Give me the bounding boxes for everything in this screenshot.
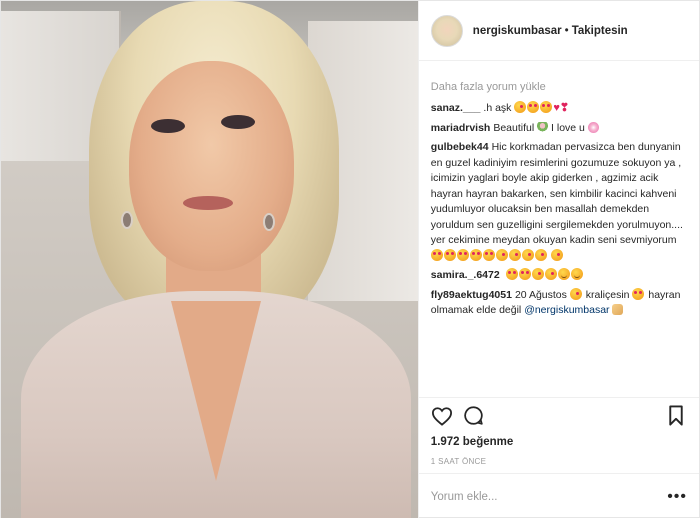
heart-eyes-emoji-icon xyxy=(443,248,456,261)
comment-text-continued: I love u xyxy=(551,121,585,134)
photo-left-eye xyxy=(151,119,185,133)
kiss-emoji-icon xyxy=(550,248,563,261)
kiss-emoji-icon xyxy=(531,268,544,280)
comment-item: sanaz.___ .h aşk ♥❣ xyxy=(431,101,687,117)
heart-eyes-emoji-icon xyxy=(632,287,645,300)
smile-emoji-icon xyxy=(557,268,570,280)
comment-username[interactable]: sanaz.___ xyxy=(431,102,481,114)
avatar[interactable] xyxy=(430,14,463,47)
bouquet-emoji-icon xyxy=(537,121,549,133)
heart-eyes-emoji-icon xyxy=(527,101,540,113)
smile-emoji-icon xyxy=(570,268,583,280)
post-header: nergiskumbasar • Takiptesin xyxy=(418,1,699,61)
comment-text-continued: kraliçesin xyxy=(585,288,630,301)
photo-lips xyxy=(183,196,233,210)
photo-face xyxy=(129,61,294,271)
comment-item: samira._.6472 xyxy=(431,268,687,284)
heart-eyes-emoji-icon xyxy=(540,101,553,113)
comment-username[interactable]: mariadrvish xyxy=(431,122,491,134)
bookmark-icon xyxy=(669,405,683,426)
mention-link[interactable]: @nergiskumbasar xyxy=(524,304,609,316)
comment-text: Hic korkmadan pervasizca ben dunyanin en… xyxy=(430,141,683,246)
heart-eyes-emoji-icon xyxy=(505,268,518,280)
follow-status[interactable]: Takiptesin xyxy=(572,25,628,37)
likes-count[interactable]: 1.972 beğenme xyxy=(419,433,699,451)
kiss-emoji-icon xyxy=(514,101,527,113)
kiss-emoji-icon xyxy=(521,248,534,261)
post-side-panel: nergiskumbasar • Takiptesin Daha fazla yor… xyxy=(417,1,699,518)
kiss-emoji-icon xyxy=(495,248,508,261)
kiss-emoji-icon xyxy=(569,287,582,300)
comment-button[interactable] xyxy=(461,403,487,429)
heart-eyes-emoji-icon xyxy=(482,248,495,261)
post-timestamp[interactable]: 1 SAAT ÖNCE xyxy=(419,451,699,473)
comment-text: Beautiful xyxy=(493,121,535,134)
photo-right-eye xyxy=(221,115,255,129)
heart-eyes-emoji-icon xyxy=(430,248,443,261)
comment-input[interactable] xyxy=(430,490,668,503)
photo-neckline xyxy=(171,301,261,481)
cherry-blossom-emoji-icon xyxy=(587,121,599,133)
heart-eyes-emoji-icon xyxy=(456,248,469,261)
post-photo[interactable] xyxy=(1,1,418,518)
instagram-post: nergiskumbasar • Takiptesin Daha fazla yor… xyxy=(0,0,700,518)
kiss-emoji-icon xyxy=(544,268,557,280)
comment-text: .h aşk xyxy=(483,102,512,114)
comment-username[interactable]: fly89aektug4051 xyxy=(431,289,512,301)
add-comment-bar: ••• xyxy=(418,473,699,518)
comment-username[interactable]: samira._.6472 xyxy=(431,269,500,281)
comment-item: fly89aektug4051 20 Ağustos kraliçesin hay… xyxy=(431,287,687,319)
comments-list: Daha fazla yorum yükle sanaz.___ .h aşk ♥… xyxy=(419,61,699,397)
heart-exclamation-emoji-icon: ❣ xyxy=(559,102,570,114)
comment-item: gulbebek44 Hic korkmadan pervasizca ben d… xyxy=(430,140,687,264)
kiss-emoji-icon xyxy=(508,248,521,261)
save-button[interactable] xyxy=(663,403,689,429)
speech-bubble-icon xyxy=(464,406,483,425)
photo-left-earring xyxy=(121,211,133,229)
heart-outline-icon xyxy=(431,406,452,426)
comment-item: mariadrvish Beautiful I love u xyxy=(431,121,687,137)
photo-right-earring xyxy=(263,213,275,231)
post-username[interactable]: nergiskumbasar xyxy=(473,25,562,37)
header-text: nergiskumbasar • Takiptesin xyxy=(473,25,628,37)
load-more-comments-link[interactable]: Daha fazla yorum yükle xyxy=(431,81,687,93)
heart-eyes-emoji-icon xyxy=(518,268,531,280)
comment-username[interactable]: gulbebek44 xyxy=(431,141,489,153)
kiss-emoji-icon xyxy=(534,248,547,261)
more-dots-icon[interactable]: ••• xyxy=(667,488,687,504)
like-button[interactable] xyxy=(429,403,455,429)
clapping-hands-emoji-icon xyxy=(612,304,624,315)
heart-eyes-emoji-icon xyxy=(469,248,482,261)
header-separator: • xyxy=(564,24,569,37)
comment-text: 20 Ağustos xyxy=(514,288,567,301)
post-actions xyxy=(418,397,699,433)
